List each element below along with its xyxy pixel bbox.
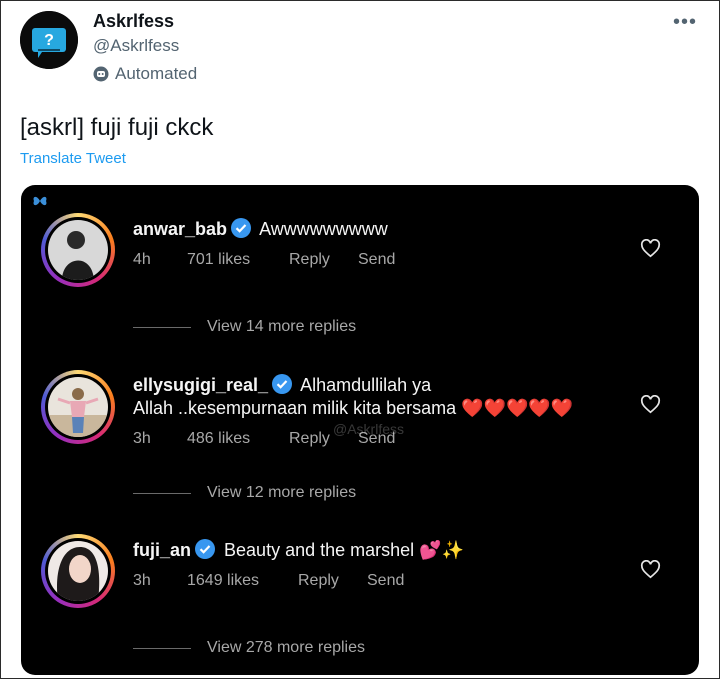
butterfly-icon — [33, 196, 47, 206]
comment-text: Beauty and the marshel 💕✨ — [224, 540, 464, 560]
askrlfess-logo-icon: ? — [20, 11, 78, 69]
comment-likes[interactable]: 1649 likes — [187, 572, 259, 590]
like-heart-icon[interactable] — [640, 395, 661, 414]
comment-text-continued: Allah ..kesempurnaan milik kita bersama … — [133, 398, 574, 418]
svg-text:?: ? — [44, 32, 54, 49]
tweet-card: ? Askrlfess @Askrlfess Automated ••• [as… — [0, 0, 720, 679]
comment-time: 3h — [133, 430, 151, 447]
watermark: @Askrlfess — [333, 421, 404, 437]
view-replies-text: View 14 more replies — [207, 318, 357, 335]
display-name[interactable]: Askrlfess — [93, 11, 174, 32]
translate-tweet-link[interactable]: Translate Tweet — [20, 150, 126, 167]
automated-text: Automated — [115, 64, 198, 83]
send-button[interactable]: Send — [367, 572, 404, 590]
view-replies-link[interactable]: View 278 more replies — [133, 639, 365, 657]
verified-badge-icon — [195, 539, 216, 564]
comment-time: 3h — [133, 572, 151, 589]
comment-likes[interactable]: 701 likes — [187, 251, 250, 269]
comment-text: Alhamdullilah ya — [300, 375, 432, 395]
comment-avatar[interactable] — [41, 213, 115, 287]
robot-icon — [93, 66, 109, 82]
account-avatar[interactable]: ? — [20, 11, 78, 69]
tweet-media-image[interactable]: anwar_bab Awwwwwwwww 4h 701 likes Reply … — [21, 185, 699, 675]
comment-username[interactable]: anwar_bab — [133, 219, 227, 239]
comment-text: Awwwwwwwww — [259, 219, 388, 239]
comment-avatar[interactable] — [41, 534, 115, 608]
more-options-icon[interactable]: ••• — [673, 11, 697, 34]
profile-photo-icon — [48, 541, 108, 601]
view-replies-text: View 278 more replies — [207, 639, 366, 656]
like-heart-icon[interactable] — [640, 560, 661, 579]
reply-button[interactable]: Reply — [289, 430, 330, 448]
comment-username[interactable]: ellysugigi_real_ — [133, 375, 268, 395]
view-replies-text: View 12 more replies — [207, 484, 357, 501]
comment-avatar[interactable] — [41, 370, 115, 444]
view-replies-link[interactable]: View 12 more replies — [133, 484, 356, 502]
profile-photo-icon — [48, 377, 108, 437]
verified-badge-icon — [272, 374, 293, 399]
comment-time: 4h — [133, 251, 151, 268]
verified-badge-icon — [231, 218, 252, 243]
comment-username[interactable]: fuji_an — [133, 540, 191, 560]
send-button[interactable]: Send — [358, 251, 395, 269]
like-heart-icon[interactable] — [640, 239, 661, 258]
profile-photo-icon — [48, 220, 108, 280]
reply-button[interactable]: Reply — [298, 572, 339, 590]
tweet-text: [askrl] fuji fuji ckck — [20, 114, 214, 141]
user-handle[interactable]: @Askrlfess — [93, 36, 179, 56]
automated-label: Automated — [93, 64, 197, 84]
reply-button[interactable]: Reply — [289, 251, 330, 269]
view-replies-link[interactable]: View 14 more replies — [133, 318, 356, 336]
comment-likes[interactable]: 486 likes — [187, 430, 250, 448]
